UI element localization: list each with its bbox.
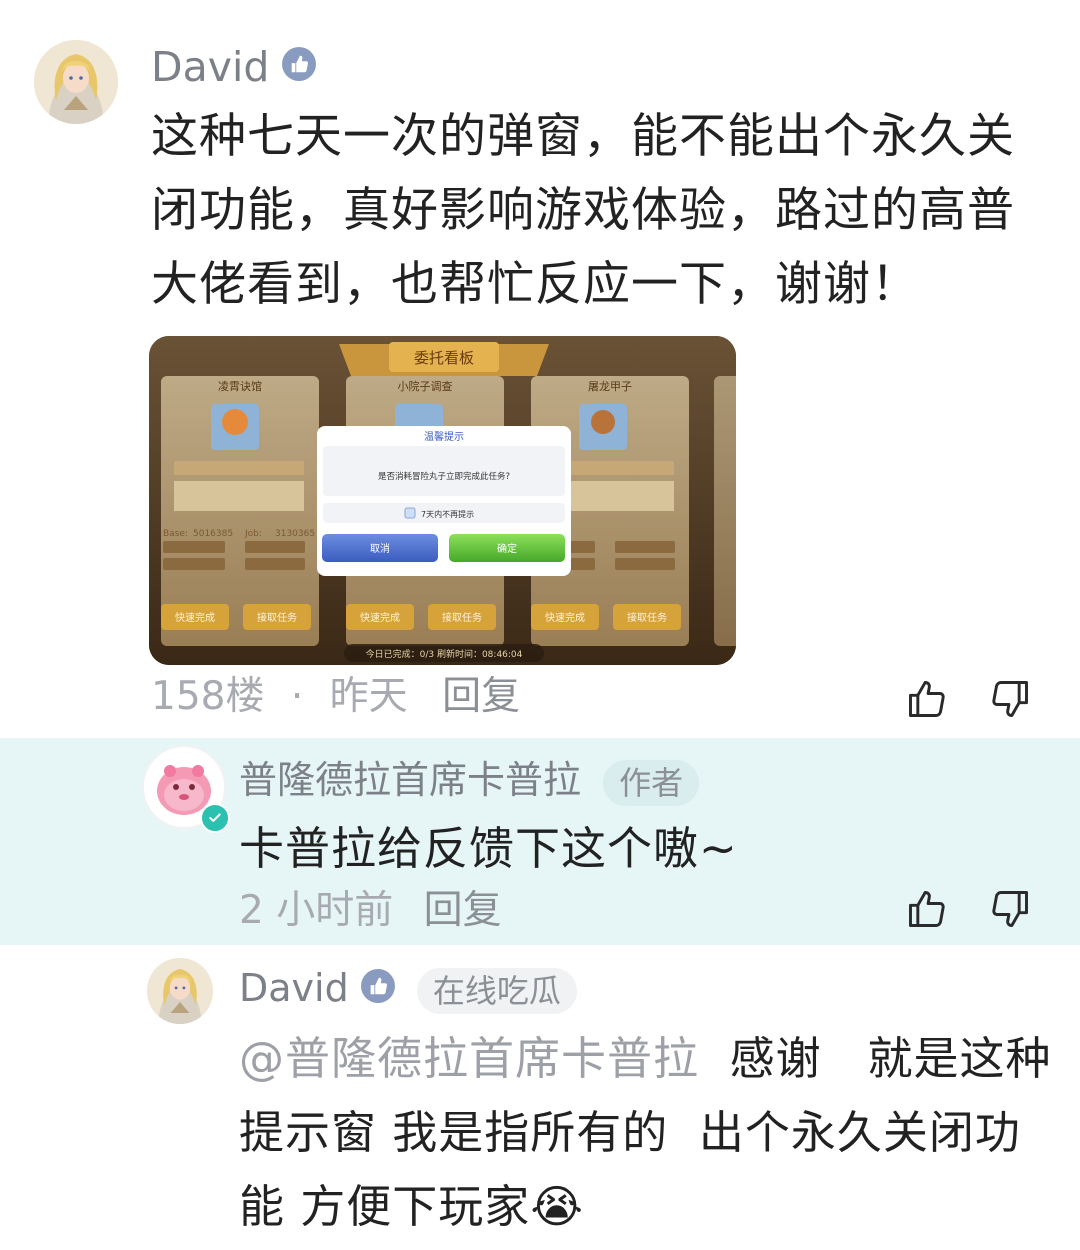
reply-button[interactable]: 回复 — [424, 888, 502, 933]
job-label: Job: — [244, 529, 262, 539]
author-name[interactable]: David — [151, 40, 317, 94]
thumbs-down-icon[interactable] — [987, 886, 1033, 932]
job-value: 3130365 — [275, 529, 315, 539]
reply-button[interactable]: 回复 — [442, 674, 520, 719]
check-badge-icon — [200, 803, 230, 833]
author-name-text[interactable]: 普隆德拉首席卡普拉 — [239, 758, 581, 802]
base-value: 5016385 — [193, 529, 233, 539]
crying-emoji: 😭 — [530, 1180, 584, 1233]
mention-link[interactable]: @普隆德拉首席卡普拉 — [239, 1032, 699, 1085]
attached-screenshot[interactable]: 委托看板 凌霄诀馆 小院子调查 屠龙甲子 Base: 5016385 Job: … — [149, 336, 736, 665]
base-label: Base: — [163, 529, 188, 539]
floor-number: 158楼 — [151, 674, 265, 719]
dialog-checkbox-label: 7天内不再提示 — [421, 509, 474, 519]
thumbs-up-icon[interactable] — [904, 676, 950, 722]
quick-finish-label: 快速完成 — [360, 611, 400, 624]
card-name: 小院子调查 — [398, 379, 453, 393]
dialog-cancel-label: 取消 — [370, 542, 390, 555]
reply-time: 2 小时前 — [239, 888, 394, 933]
card-name: 凌霄诀馆 — [218, 379, 262, 393]
comment-text: 这种七天一次的弹窗，能不能出个永久关闭功能，真好影响游戏体验，路过的高普大佬看到… — [151, 109, 1015, 312]
author-name[interactable]: David 在线吃瓜 — [239, 962, 577, 1014]
comment-time: 昨天 — [329, 674, 408, 719]
reply-text: 卡普拉给反馈下这个嗷~ — [239, 822, 738, 875]
dialog-title: 温馨提示 — [424, 430, 464, 443]
verified-icon — [282, 47, 317, 81]
thumbs-up-icon[interactable] — [904, 886, 950, 932]
quick-finish-label: 快速完成 — [545, 611, 585, 624]
footer-text: 今日已完成：0/3 刷新时间：08:46:04 — [366, 648, 523, 660]
author-badge: 作者 — [603, 759, 700, 806]
dialog-confirm-label: 确定 — [497, 542, 517, 555]
avatar[interactable] — [147, 958, 213, 1024]
banner-title: 委托看板 — [414, 349, 474, 367]
dialog-question: 是否消耗冒险丸子立即完成此任务? — [378, 471, 510, 482]
avatar[interactable] — [142, 745, 230, 833]
card-name: 屠龙甲子 — [588, 380, 632, 393]
thumbs-down-icon[interactable] — [987, 676, 1033, 722]
avatar[interactable] — [34, 40, 118, 124]
author-name-text[interactable]: David — [239, 966, 349, 1010]
abandon-label: 接取任务 — [257, 611, 297, 624]
abandon-label: 接取任务 — [627, 611, 667, 624]
comment-meta: 158楼 · 昨天 回复 — [151, 672, 520, 722]
author-name[interactable]: 普隆德拉首席卡普拉 作者 — [239, 754, 700, 806]
verified-icon — [360, 969, 395, 1003]
meta-separator: · — [290, 674, 304, 719]
author-name-text[interactable]: David — [151, 43, 269, 91]
reply-text: @普隆德拉首席卡普拉 感谢 就是这种提示窗 我是指所有的 出个永久关闭功能 方便… — [239, 1022, 1059, 1244]
reply-meta: 2 小时前 回复 — [239, 886, 502, 936]
user-badge: 在线吃瓜 — [416, 967, 577, 1014]
abandon-label: 接取任务 — [442, 611, 482, 624]
quick-finish-label: 快速完成 — [175, 611, 215, 624]
